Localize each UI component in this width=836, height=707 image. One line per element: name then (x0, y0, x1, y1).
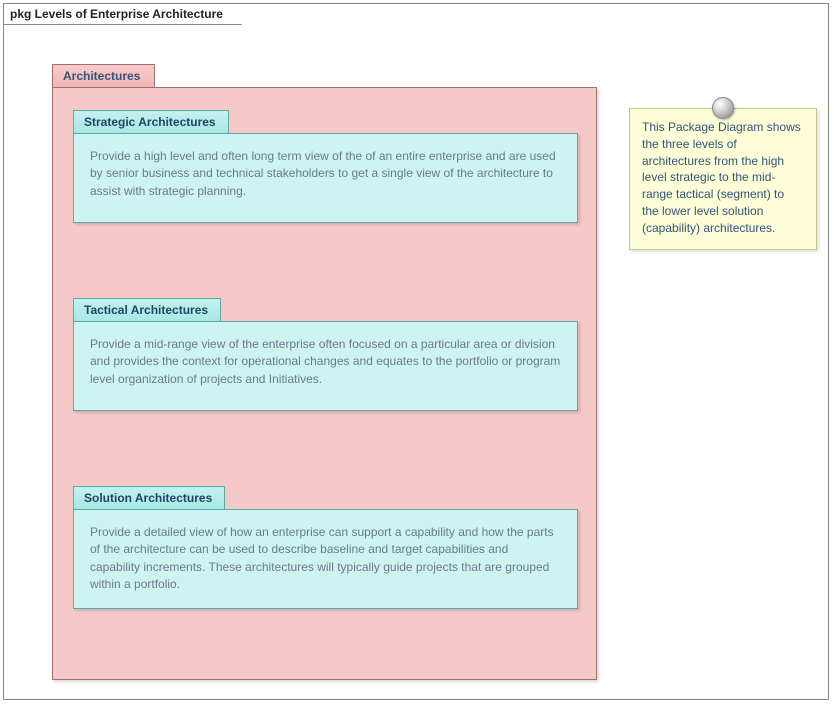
package-solution: Solution Architectures Provide a detaile… (73, 486, 578, 609)
frame-title-tab: pkg Levels of Enterprise Architecture (3, 3, 242, 25)
package-body: Strategic Architectures Provide a high l… (52, 87, 597, 680)
package-tab: Strategic Architectures (73, 110, 229, 133)
package-title: Solution Architectures (84, 491, 212, 505)
package-tactical: Tactical Architectures Provide a mid-ran… (73, 298, 578, 411)
note-text: This Package Diagram shows the three lev… (642, 120, 801, 235)
package-description: Provide a high level and often long term… (90, 149, 556, 198)
package-title: Architectures (63, 69, 140, 83)
package-description: Provide a mid-range view of the enterpri… (90, 337, 560, 386)
package-architectures: Architectures Strategic Architectures Pr… (52, 64, 597, 686)
pin-icon (712, 97, 734, 119)
package-strategic: Strategic Architectures Provide a high l… (73, 110, 578, 223)
package-tab: Tactical Architectures (73, 298, 221, 321)
diagram-frame: pkg Levels of Enterprise Architecture Ar… (3, 3, 829, 700)
frame-title: pkg Levels of Enterprise Architecture (10, 7, 223, 21)
package-tab: Architectures (52, 64, 155, 87)
package-body: Provide a detailed view of how an enterp… (73, 509, 578, 609)
package-body: Provide a high level and often long term… (73, 133, 578, 223)
package-title: Strategic Architectures (84, 115, 216, 129)
package-title: Tactical Architectures (84, 303, 208, 317)
note-element: This Package Diagram shows the three lev… (629, 108, 817, 250)
package-tab: Solution Architectures (73, 486, 225, 509)
package-body: Provide a mid-range view of the enterpri… (73, 321, 578, 411)
package-description: Provide a detailed view of how an enterp… (90, 525, 554, 591)
